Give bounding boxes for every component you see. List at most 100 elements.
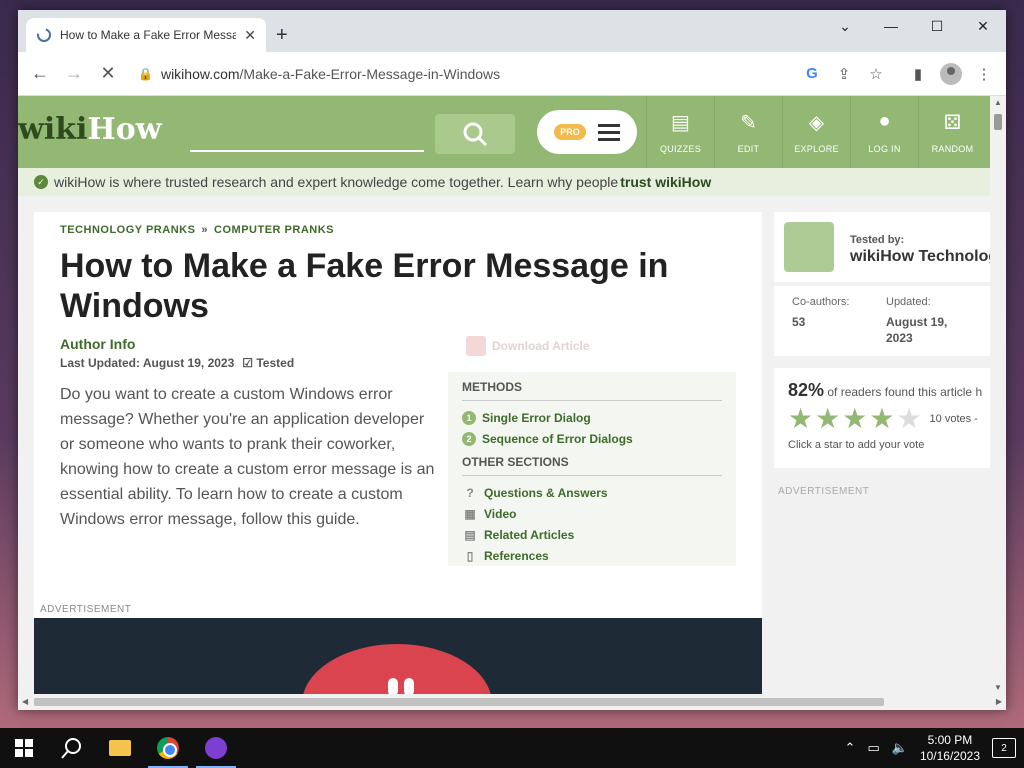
breadcrumb: TECHNOLOGY PRANKS» COMPUTER PRANKS: [60, 224, 334, 236]
coauthors-info: Co-authors: 53: [792, 296, 850, 329]
notification-icon[interactable]: 2: [992, 738, 1016, 758]
tab-search-icon[interactable]: ⌄: [822, 10, 868, 42]
user-icon: ●: [878, 110, 891, 132]
tested-badge: ☑ Tested: [242, 356, 295, 370]
taskbar: ⌃ ▭ 🔈 5:00 PM 10/16/2023 2: [0, 728, 1024, 768]
wikihow-nav: ▤ QUIZZES ✎ EDIT ◈ EXPLORE ● LOG IN ⚄ RANDOM: [646, 96, 986, 168]
share-icon[interactable]: ⇪: [832, 62, 856, 86]
helpful-percentage: 82% of readers found this article h: [788, 380, 983, 400]
network-icon[interactable]: ▭: [867, 740, 879, 756]
stop-loading-button[interactable]: ✕: [96, 62, 120, 86]
breadcrumb-computer-pranks[interactable]: COMPUTER PRANKS: [214, 224, 334, 236]
toc-method-2[interactable]: 2 Sequence of Error Dialogs: [462, 428, 722, 449]
nav-random[interactable]: ⚄ RANDOM: [918, 96, 986, 168]
horizontal-scroll-thumb[interactable]: [34, 698, 884, 706]
chevron-up-icon[interactable]: ⌃: [845, 740, 856, 756]
app-icon: [205, 737, 227, 759]
toc-questions[interactable]: ? Questions & Answers: [462, 482, 722, 503]
clock[interactable]: 5:00 PM 10/16/2023: [920, 732, 980, 764]
close-window-button[interactable]: ✕: [960, 10, 1006, 42]
breadcrumb-technology-pranks[interactable]: TECHNOLOGY PRANKS: [60, 224, 195, 236]
google-lens-icon[interactable]: G: [800, 62, 824, 86]
quiz-icon: ▤: [671, 112, 690, 134]
loading-icon: [37, 28, 51, 42]
horizontal-scrollbar[interactable]: ◀ ▶: [18, 694, 1006, 710]
site-search-button[interactable]: [435, 114, 515, 154]
title-bar: How to Make a Fake Error Messa ✕ + ⌄ — ☐…: [18, 10, 1006, 52]
pro-badge: PRO: [554, 124, 586, 140]
updated-info: Updated: August 19, 2023: [886, 296, 948, 345]
new-tab-button[interactable]: +: [276, 24, 288, 47]
nav-login[interactable]: ● LOG IN: [850, 96, 918, 168]
star-icon[interactable]: ★: [869, 405, 894, 433]
toc-method-1[interactable]: 1 Single Error Dialog: [462, 407, 722, 428]
vertical-scrollbar[interactable]: ▲ ▼: [990, 96, 1006, 694]
forward-button[interactable]: →: [62, 62, 86, 86]
file-explorer-button[interactable]: [96, 728, 144, 768]
site-search-input[interactable]: [190, 128, 424, 152]
video-icon: ▦: [464, 506, 476, 521]
toc-references[interactable]: ▯ References: [462, 545, 722, 566]
star-hint: Click a star to add your vote: [788, 439, 925, 451]
minimize-button[interactable]: —: [868, 10, 914, 42]
toc-methods-heading: METHODS: [462, 380, 722, 401]
articles-icon: ▤: [464, 527, 476, 542]
menu-kebab-icon[interactable]: ⋮: [972, 62, 996, 86]
dice-icon: ⚄: [943, 112, 962, 134]
star-icon[interactable]: ★: [842, 405, 867, 433]
check-circle-icon: ✓: [34, 175, 48, 189]
nav-edit[interactable]: ✎ EDIT: [714, 96, 782, 168]
taskbar-search-button[interactable]: [48, 728, 96, 768]
toc-video[interactable]: ▦ Video: [462, 503, 722, 524]
browser-toolbar: ← → ✕ 🔒 wikihow.com/Make-a-Fake-Error-Me…: [18, 52, 1006, 96]
question-icon: ?: [466, 485, 474, 500]
nav-quizzes[interactable]: ▤ QUIZZES: [646, 96, 714, 168]
vertical-scroll-thumb[interactable]: [994, 114, 1002, 130]
browser-tab[interactable]: How to Make a Fake Error Messa ✕: [26, 18, 266, 52]
folder-icon: [109, 740, 131, 756]
tab-close-icon[interactable]: ✕: [244, 27, 256, 44]
back-button[interactable]: ←: [28, 62, 52, 86]
advertisement-video[interactable]: [34, 618, 762, 694]
star-icon[interactable]: ★: [788, 405, 813, 433]
download-article-button[interactable]: Download Article: [466, 336, 590, 356]
pro-menu-button[interactable]: PRO: [537, 110, 637, 154]
trust-link[interactable]: trust wikiHow: [620, 174, 711, 190]
article-intro: Do you want to create a custom Windows e…: [60, 386, 435, 528]
tab-title: How to Make a Fake Error Messa: [60, 28, 237, 42]
browser-window: How to Make a Fake Error Messa ✕ + ⌄ — ☐…: [18, 10, 1006, 710]
chrome-icon: [157, 737, 179, 759]
app-taskbar-button[interactable]: [192, 728, 240, 768]
tester-name[interactable]: wikiHow Technolog: [850, 248, 990, 266]
bookmark-star-icon[interactable]: ☆: [864, 62, 888, 86]
url-text[interactable]: wikihow.com/Make-a-Fake-Error-Message-in…: [161, 66, 792, 82]
star-rating[interactable]: ★ ★ ★ ★ ★ 10 votes -: [788, 405, 978, 433]
lock-icon[interactable]: 🔒: [138, 67, 153, 81]
hamburger-icon: [597, 123, 620, 141]
author-info-link[interactable]: Author Info: [60, 336, 135, 352]
profile-avatar[interactable]: [940, 62, 962, 85]
compass-icon: ◈: [808, 112, 825, 134]
nav-explore[interactable]: ◈ EXPLORE: [782, 96, 850, 168]
wikihow-header: wikiHow PRO ▤ QUIZZES ✎ EDIT ◈ EXPLORE ● LOG…: [18, 96, 990, 168]
star-icon[interactable]: ★: [815, 405, 840, 433]
maximize-button[interactable]: ☐: [914, 10, 960, 42]
window-controls: ⌄ — ☐ ✕: [822, 10, 1006, 42]
trust-banner: ✓ wikiHow is where trusted research and …: [18, 168, 990, 196]
chrome-taskbar-button[interactable]: [144, 728, 192, 768]
references-icon: ▯: [466, 548, 474, 563]
system-tray: ⌃ ▭ 🔈 5:00 PM 10/16/2023 2: [845, 728, 1024, 768]
pdf-icon: [466, 336, 486, 356]
side-panel-icon[interactable]: ▮: [906, 62, 930, 86]
sidebar-ad-label: ADVERTISEMENT: [778, 486, 870, 497]
address-bar[interactable]: 🔒 wikihow.com/Make-a-Fake-Error-Message-…: [130, 57, 896, 90]
last-updated: Last Updated: August 19, 2023 ☑ Tested: [60, 356, 295, 370]
tested-by-card: Tested by: wikiHow Technolog: [774, 212, 990, 282]
start-button[interactable]: [0, 728, 48, 768]
pencil-icon: ✎: [740, 112, 757, 134]
volume-muted-icon[interactable]: 🔈: [892, 740, 908, 756]
coauthors-card: Co-authors: 53 Updated: August 19, 2023: [774, 286, 990, 356]
toc-related[interactable]: ▤ Related Articles: [462, 524, 722, 545]
wikihow-logo[interactable]: wikiHow: [18, 112, 162, 147]
star-empty-icon[interactable]: ★: [896, 405, 921, 433]
